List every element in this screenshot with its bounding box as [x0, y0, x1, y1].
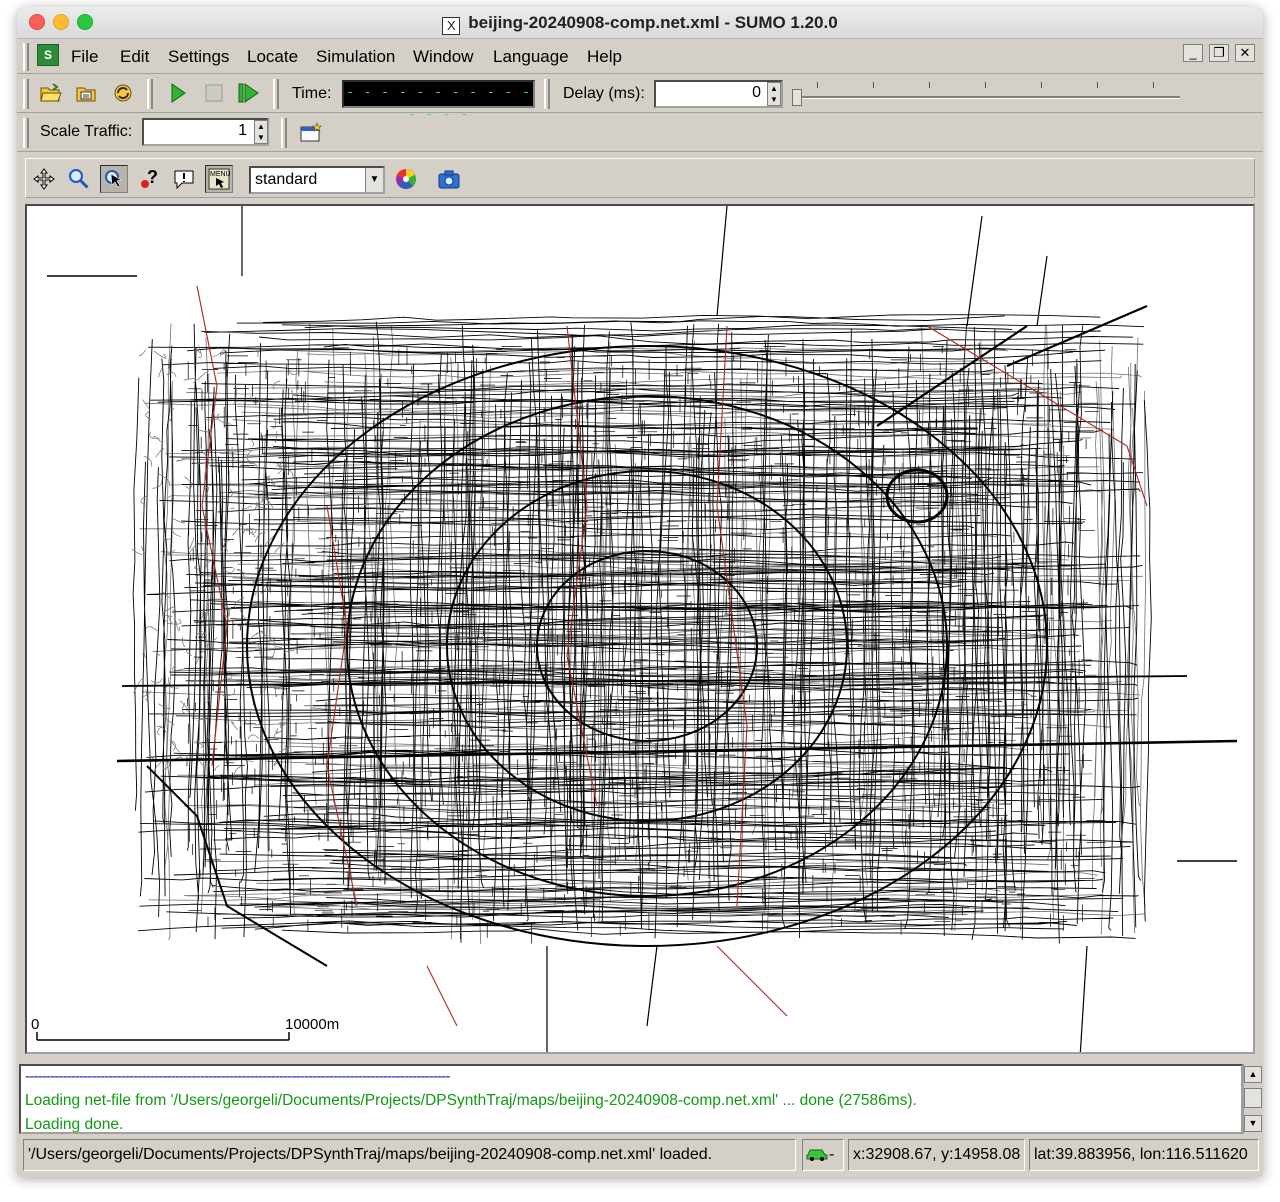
mdi-restore-button[interactable]: ❐ [1209, 44, 1229, 62]
scale-traffic-label: Scale Traffic: [40, 123, 133, 140]
message-separator: ----------------------------------------… [25, 1068, 450, 1085]
chevron-down-icon[interactable]: ▼ [365, 168, 383, 192]
menu-help[interactable]: Help [587, 47, 622, 67]
message-loading-line: Loading net-file from '/Users/georgeli/D… [25, 1092, 917, 1109]
radial-roads-south [546, 945, 1088, 1052]
message-window[interactable]: ----------------------------------------… [19, 1064, 1243, 1134]
screenshot-camera-icon[interactable] [435, 165, 463, 193]
status-message: '/Users/georgeli/Documents/Projects/DPSy… [23, 1139, 796, 1171]
menu-bar: S File Edit Settings Locate Simulation W… [17, 40, 1263, 74]
status-car-area[interactable]: - [802, 1139, 844, 1171]
scroll-up-icon[interactable]: ▲ [1244, 1066, 1262, 1083]
color-wheel-icon[interactable] [392, 165, 420, 193]
step-simulation-icon[interactable] [235, 79, 263, 107]
view-toolbar: ? MENU standard ▼ [25, 158, 1255, 198]
sumo-window: Xbeijing-20240908-comp.net.xml - SUMO 1.… [17, 7, 1263, 1177]
network-map-canvas[interactable]: 0 10000m [25, 204, 1255, 1054]
toolbar-grip[interactable] [23, 79, 29, 109]
time-label: Time: [292, 85, 332, 102]
alert-message-icon[interactable] [170, 165, 198, 193]
car-suffix: - [829, 1146, 835, 1163]
delay-spinner-arrows[interactable]: ▲ ▼ [767, 82, 781, 106]
message-done-line: Loading done. [25, 1116, 124, 1133]
menu-settings-icon[interactable]: MENU [205, 165, 233, 193]
toolbar-grip[interactable] [23, 118, 29, 148]
simulation-toolbar: Time: - - - - - - - - - - - - - - - Dela… [17, 75, 1263, 122]
mdi-minimize-button[interactable]: _ [1183, 44, 1203, 62]
message-scrollbar[interactable]: ▲ ▼ [1243, 1064, 1262, 1134]
radial-roads-north [241, 206, 1048, 327]
delay-input[interactable]: 0 [654, 80, 783, 108]
new-view-icon[interactable] [297, 119, 325, 147]
inspect-icon[interactable]: ? [135, 165, 163, 193]
menu-window[interactable]: Window [413, 47, 473, 67]
toolbar-grip[interactable] [147, 79, 153, 109]
scale-bar-end-label: 10000m [285, 1016, 340, 1033]
color-scheme-value: standard [255, 171, 318, 188]
delay-label: Delay (ms): [563, 85, 645, 102]
menu-settings[interactable]: Settings [168, 47, 229, 67]
scale-traffic-input[interactable]: 1 [142, 118, 269, 146]
open-folder-icon[interactable] [37, 79, 65, 107]
toolbar-grip[interactable] [544, 79, 550, 109]
open-network-icon[interactable] [73, 79, 101, 107]
status-bar: '/Users/georgeli/Documents/Projects/DPSy… [17, 1136, 1263, 1177]
menu-language[interactable]: Language [493, 47, 569, 67]
road-network [47, 206, 1238, 1052]
time-display: - - - - - - - - - - - - - - - [342, 80, 535, 122]
recenter-icon[interactable] [30, 165, 58, 193]
scale-bar-start-label: 0 [31, 1016, 40, 1033]
window-title-area: Xbeijing-20240908-comp.net.xml - SUMO 1.… [17, 13, 1263, 35]
toolbar-grip[interactable] [273, 79, 279, 109]
reload-icon[interactable] [109, 79, 137, 107]
window-title: beijing-20240908-comp.net.xml - SUMO 1.2… [468, 13, 838, 32]
scale-spinner-arrows[interactable]: ▲ ▼ [254, 120, 268, 144]
scale-bar [36, 1032, 290, 1041]
menu-file[interactable]: File [71, 47, 98, 67]
title-bar: Xbeijing-20240908-comp.net.xml - SUMO 1.… [17, 7, 1263, 39]
sumo-app-icon[interactable]: S [37, 44, 59, 66]
menu-locate[interactable]: Locate [247, 47, 298, 67]
status-coordinates: x:32908.67, y:14958.08 [848, 1139, 1025, 1171]
color-scheme-select[interactable]: standard ▼ [249, 166, 385, 194]
x11-icon: X [442, 17, 461, 35]
scroll-thumb[interactable] [1244, 1088, 1262, 1108]
mdi-close-button[interactable]: ✕ [1235, 44, 1255, 62]
delay-slider-track[interactable] [797, 96, 1180, 99]
traffic-toolbar: Scale Traffic: 1 ▲ ▼ [17, 114, 1263, 152]
run-simulation-icon[interactable] [164, 79, 192, 107]
menu-simulation[interactable]: Simulation [316, 47, 395, 67]
svg-text:MENU: MENU [210, 171, 231, 178]
car-icon [806, 1149, 828, 1161]
road-network-map [36, 206, 1238, 1052]
delay-slider-thumb[interactable] [792, 89, 802, 106]
scroll-down-icon[interactable]: ▼ [1244, 1115, 1262, 1132]
menubar-grip[interactable] [23, 43, 29, 71]
menu-edit[interactable]: Edit [120, 47, 149, 67]
toolbar-grip[interactable] [281, 118, 287, 148]
status-geo-coordinates: lat:39.883956, lon:116.511620 [1029, 1139, 1259, 1171]
locate-pointer-icon[interactable] [100, 165, 128, 193]
stop-simulation-icon[interactable] [200, 79, 228, 107]
zoom-icon[interactable] [65, 165, 93, 193]
